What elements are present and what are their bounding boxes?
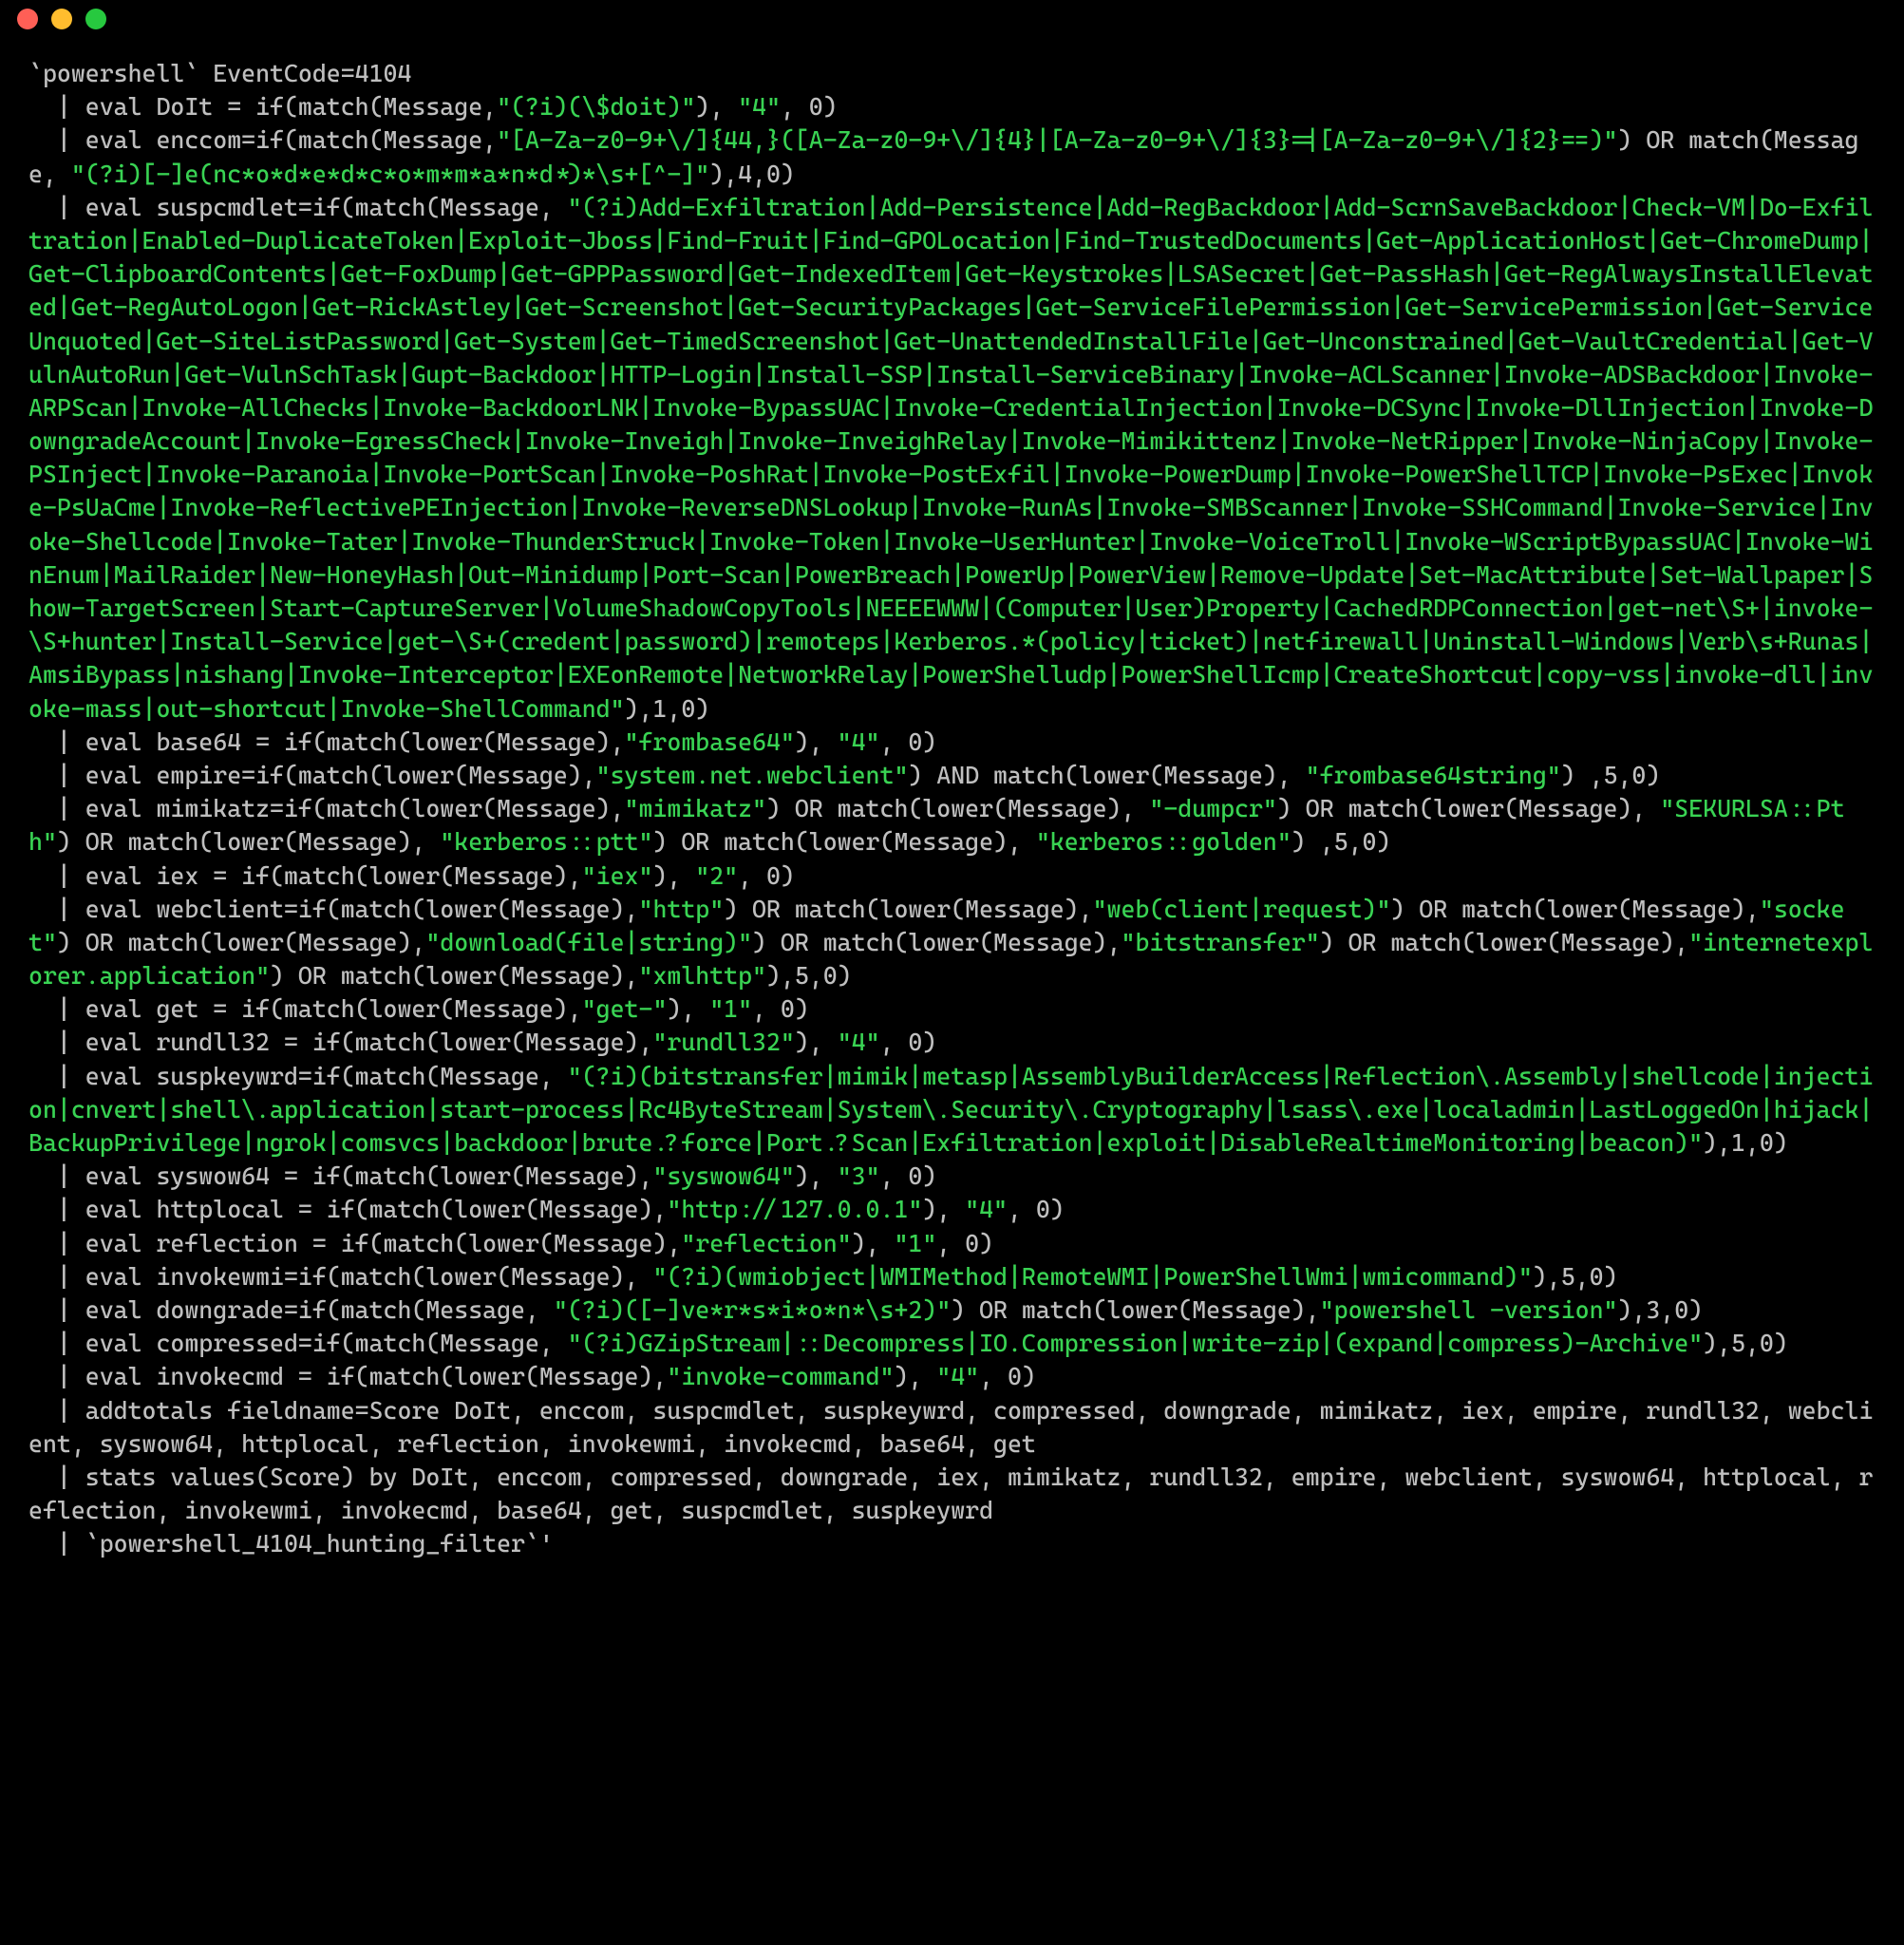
code-text: ) OR match(lower(Message),	[57, 928, 425, 956]
string-literal: "invoke-command"	[667, 1362, 894, 1390]
string-literal: "kerberos::ptt"	[440, 827, 652, 856]
string-literal: "mimikatz"	[625, 794, 766, 822]
code-text: ),	[795, 1028, 838, 1056]
string-literal: "(?i)Add-Exfiltration|Add-Persistence|Ad…	[28, 193, 1873, 723]
string-literal: "frombase64"	[625, 727, 795, 756]
string-literal: "(?i)GZipStream|::Decompress|IO.Compress…	[568, 1329, 1703, 1357]
string-literal: "2"	[695, 861, 738, 890]
string-literal: "4"	[936, 1362, 979, 1390]
string-literal: "bitstransfer"	[1122, 928, 1320, 956]
code-text: ) OR match(lower(Message),	[1390, 895, 1759, 923]
string-literal: "rundll32"	[652, 1028, 794, 1056]
string-literal: "(?i)(\$doit)"	[497, 92, 695, 121]
code-text: ),	[695, 92, 738, 121]
string-literal: "(?i)[-]e(nc*o*d*e*d*c*o*m*m*a*n*d*)*\s+…	[71, 160, 709, 188]
string-literal: "4"	[838, 727, 880, 756]
code-text: ),	[922, 1195, 965, 1223]
code-text: ) OR match(lower(Message),	[652, 827, 1035, 856]
string-literal: "4"	[838, 1028, 880, 1056]
code-text: ),	[667, 994, 709, 1023]
string-literal: "(?i)([-]ve*r*s*i*o*n*\s+2)"	[554, 1295, 951, 1324]
string-literal: "http://127.0.0.1"	[667, 1195, 922, 1223]
string-literal: "web(client|request)"	[1093, 895, 1391, 923]
code-text: ),	[795, 1161, 838, 1190]
code-text: `powershell` EventCode=4104 | eval DoIt …	[28, 59, 497, 121]
code-text: ) OR match(lower(Message),	[724, 895, 1092, 923]
string-literal: "frombase64string"	[1306, 761, 1561, 789]
code-text: ) OR match(lower(Message),	[951, 1295, 1319, 1324]
code-text: ),	[894, 1362, 936, 1390]
code-text: ) OR match(lower(Message),	[57, 827, 440, 856]
string-literal: "syswow64"	[652, 1161, 794, 1190]
close-icon[interactable]	[17, 9, 38, 29]
code-content: `powershell` EventCode=4104 | eval DoIt …	[0, 38, 1904, 1608]
string-literal: "4"	[965, 1195, 1008, 1223]
code-text: ) OR match(lower(Message),	[752, 928, 1121, 956]
string-literal: "[A-Za-z0-9+\/]{44,}([A-Za-z0-9+\/]{4}|[…	[497, 125, 1617, 154]
string-literal: "powershell -version"	[1320, 1295, 1618, 1324]
string-literal: "kerberos::golden"	[1036, 827, 1291, 856]
code-text: ),	[852, 1229, 895, 1257]
string-literal: "system.net.webclient"	[596, 761, 909, 789]
string-literal: "3"	[838, 1161, 880, 1190]
minimize-icon[interactable]	[51, 9, 72, 29]
code-text: ) OR match(lower(Message),	[270, 961, 638, 990]
string-literal: "-dumpcr"	[1149, 794, 1276, 822]
terminal-window: `powershell` EventCode=4104 | eval DoIt …	[0, 0, 1904, 1608]
code-text: ) OR match(lower(Message),	[1320, 928, 1688, 956]
code-text: ) AND match(lower(Message),	[908, 761, 1305, 789]
string-literal: "get-"	[582, 994, 668, 1023]
string-literal: "(?i)(wmiobject|WMIMethod|RemoteWMI|Powe…	[652, 1262, 1532, 1291]
code-text: ),	[795, 727, 838, 756]
string-literal: "1"	[709, 994, 752, 1023]
string-literal: "download(file|string)"	[425, 928, 752, 956]
code-text: ) OR match(lower(Message),	[766, 794, 1149, 822]
string-literal: "iex"	[582, 861, 653, 890]
string-literal: "http"	[639, 895, 725, 923]
string-literal: "4"	[738, 92, 781, 121]
string-literal: "reflection"	[681, 1229, 851, 1257]
zoom-icon[interactable]	[85, 9, 106, 29]
code-text: , 0) | addtotals fieldname=Score DoIt, e…	[28, 1362, 1873, 1558]
string-literal: "xmlhttp"	[639, 961, 766, 990]
titlebar	[0, 0, 1904, 38]
string-literal: "1"	[894, 1229, 936, 1257]
code-text: ),	[652, 861, 695, 890]
code-text: ) OR match(lower(Message),	[1277, 794, 1660, 822]
